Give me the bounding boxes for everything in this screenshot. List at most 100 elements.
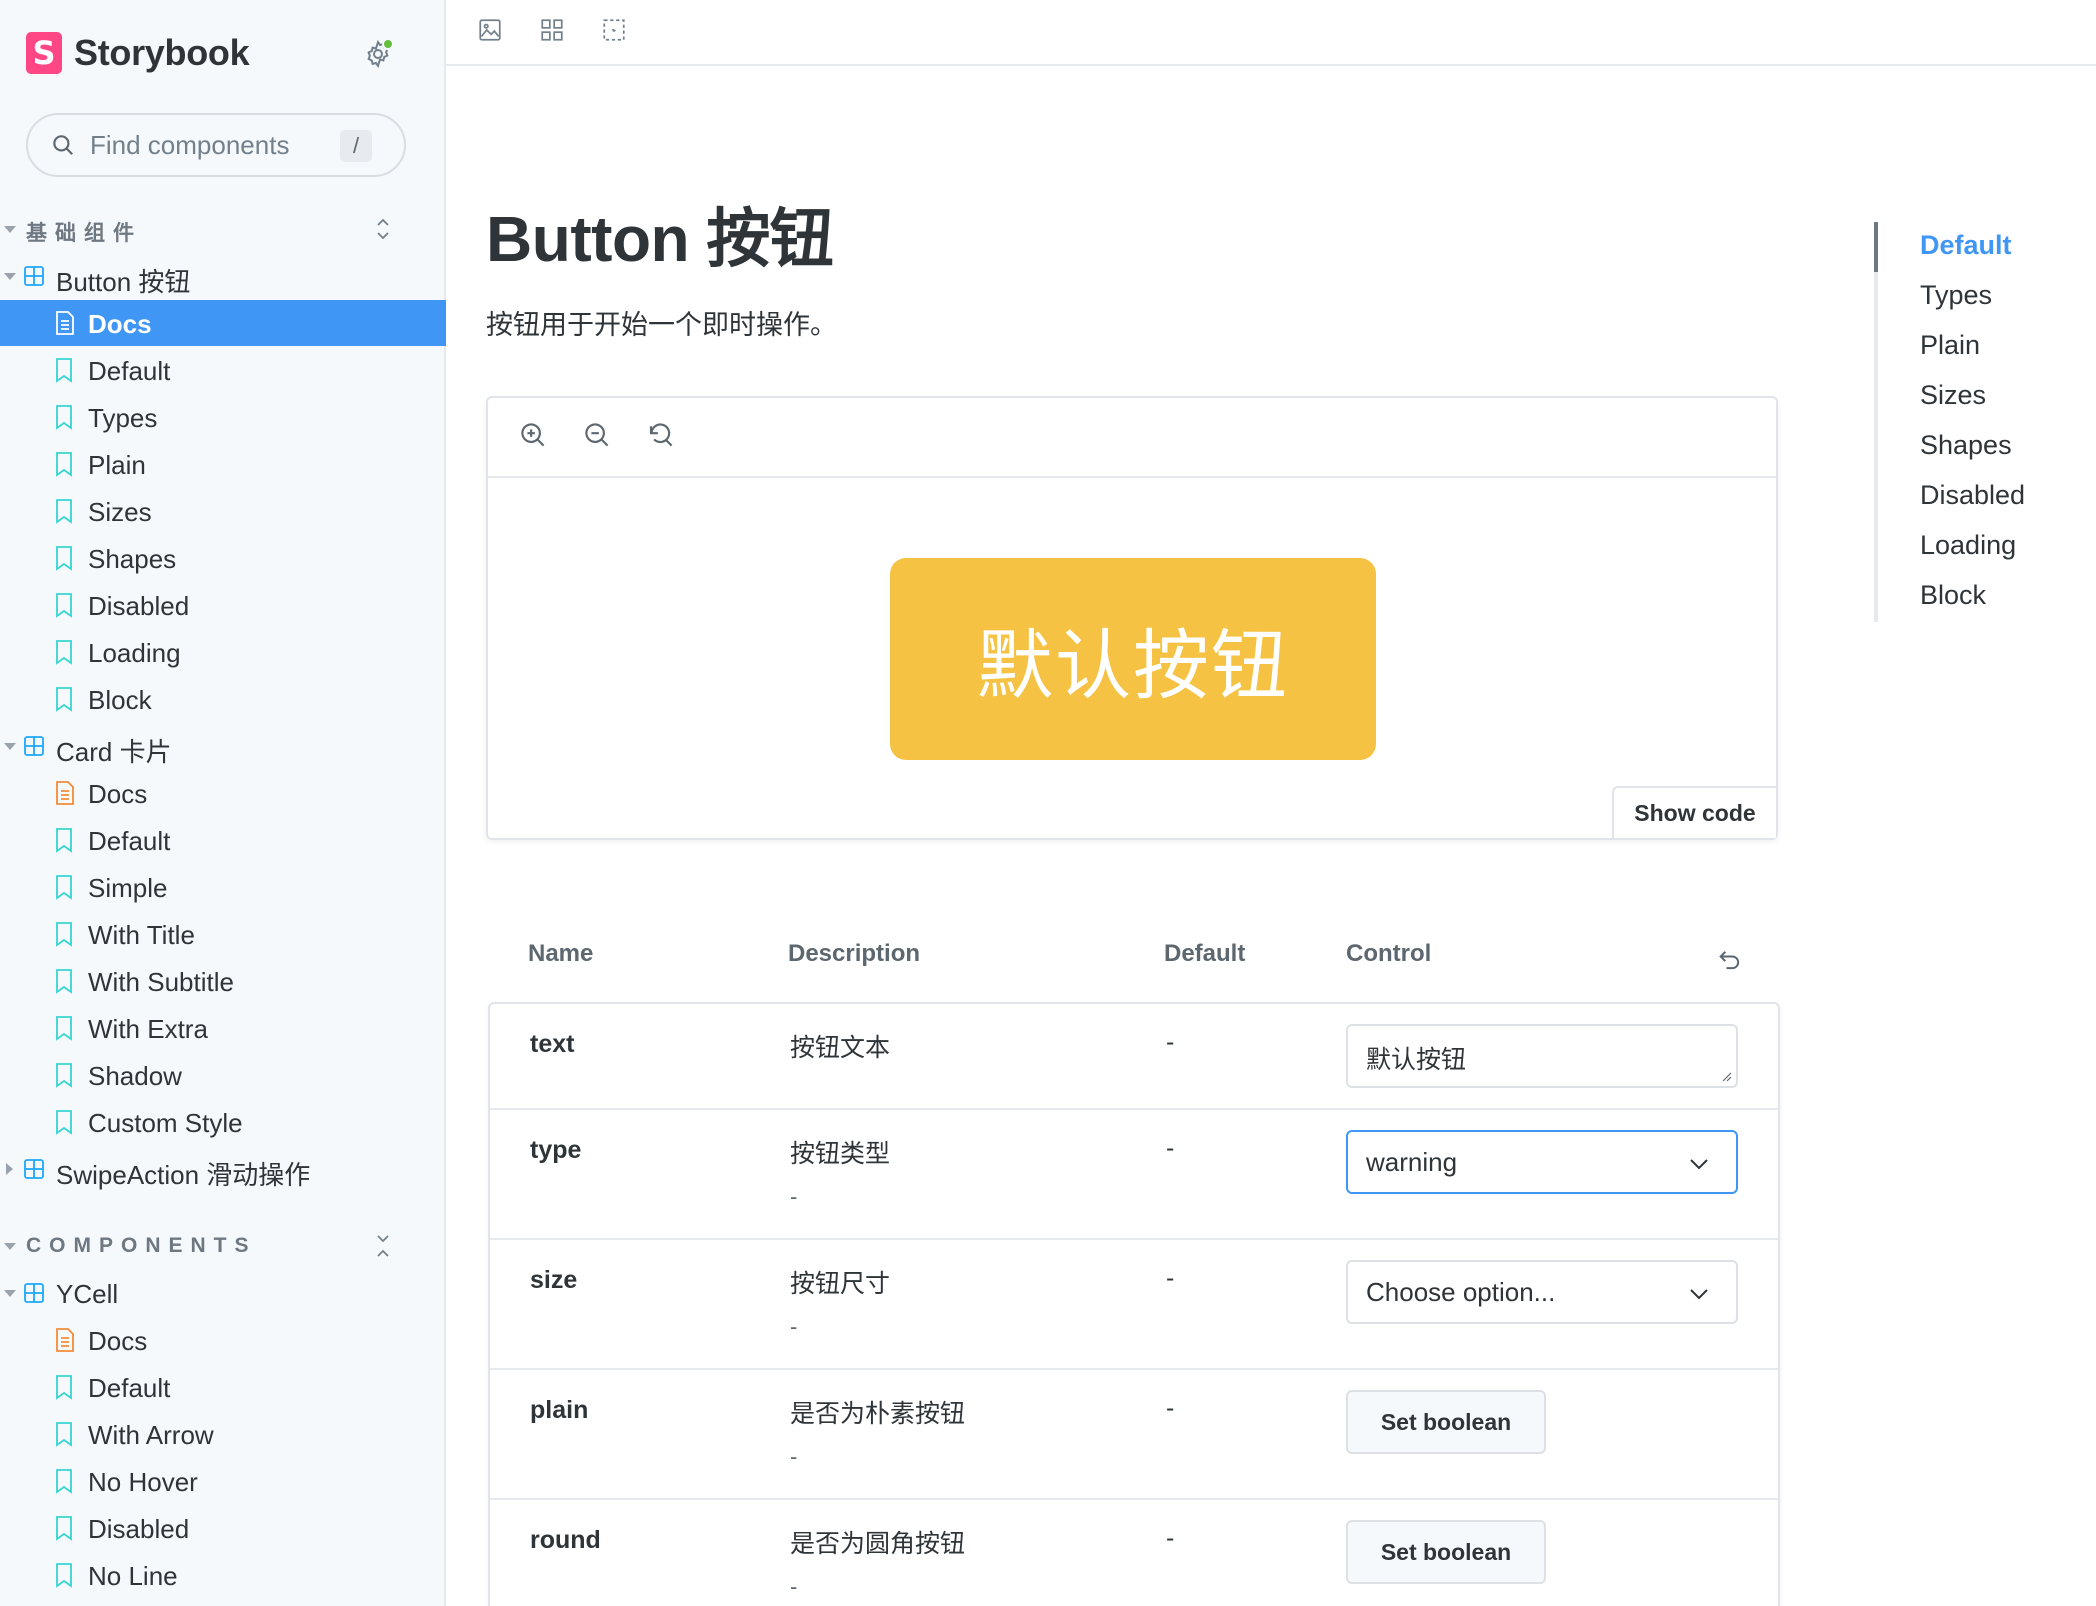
arg-default: - xyxy=(1166,1028,1175,1056)
sidebar-item-block[interactable]: Block xyxy=(0,676,446,722)
text-control-input[interactable]: 默认按钮 xyxy=(1346,1024,1738,1088)
sidebar-item-label: No Hover xyxy=(88,1467,198,1497)
arg-control: Choose option... xyxy=(1346,1260,1738,1324)
sidebar-item-docs[interactable]: Docs xyxy=(0,300,446,346)
sidebar-item-loading[interactable]: Loading xyxy=(0,629,446,675)
arg-description: 按钮文本 xyxy=(790,1034,891,1062)
bookmark-icon xyxy=(54,827,76,853)
collapse-all-icon[interactable] xyxy=(372,1233,398,1259)
sidebar-component-swipeaction[interactable]: SwipeAction 滑动操作 xyxy=(0,1146,446,1192)
header-description: Description xyxy=(788,940,921,967)
arg-name: plain xyxy=(530,1396,589,1424)
toc-item-default[interactable]: Default xyxy=(1920,230,2012,261)
arg-default: - xyxy=(1166,1134,1175,1162)
sidebar-item-custom-style[interactable]: Custom Style xyxy=(0,1099,446,1145)
document-icon xyxy=(54,310,76,336)
arg-control: Set boolean xyxy=(1346,1390,1546,1454)
zoom-in-icon xyxy=(521,423,545,447)
arg-type-summary: - xyxy=(790,1314,798,1339)
toc-item-plain[interactable]: Plain xyxy=(1920,330,1980,361)
toggle-grid-button[interactable] xyxy=(534,12,570,48)
resize-grip-icon[interactable] xyxy=(1720,1070,1732,1082)
sidebar-item-with-subtitle[interactable]: With Subtitle xyxy=(0,958,446,1004)
bookmark-icon xyxy=(54,1515,76,1541)
image-icon xyxy=(479,19,501,41)
arg-name: round xyxy=(530,1526,601,1554)
document-icon xyxy=(54,780,76,806)
args-row-type: type 按钮类型 - - warning xyxy=(490,1110,1778,1240)
sidebar-component-label: Card 卡片 xyxy=(56,737,172,767)
sidebar-item-label: Types xyxy=(88,403,158,433)
plain-set-boolean-button[interactable]: Set boolean xyxy=(1346,1390,1546,1454)
arg-description: 是否为朴素按钮 xyxy=(790,1400,966,1428)
arg-type-summary: - xyxy=(790,1574,798,1599)
sidebar-item-shapes[interactable]: Shapes xyxy=(0,535,446,581)
toggle-backgrounds-button[interactable] xyxy=(472,12,508,48)
demo-default-button[interactable]: 默认按钮 xyxy=(890,558,1376,760)
sidebar-item-disabled[interactable]: Disabled xyxy=(0,1505,446,1551)
sidebar-item-docs[interactable]: Docs xyxy=(0,770,446,816)
sidebar-item-with-extra[interactable]: With Extra xyxy=(0,1005,446,1051)
zoom-in-button[interactable] xyxy=(518,420,550,452)
toc-item-loading[interactable]: Loading xyxy=(1920,530,2016,561)
sidebar-item-with-arrow[interactable]: With Arrow xyxy=(0,1411,446,1457)
sidebar-item-with-title[interactable]: With Title xyxy=(0,911,446,957)
size-select[interactable]: Choose option... xyxy=(1346,1260,1738,1324)
sidebar-group-components[interactable]: COMPONENTS xyxy=(0,1223,446,1269)
sidebar-item-plain[interactable]: Plain xyxy=(0,441,446,487)
round-set-boolean-button[interactable]: Set boolean xyxy=(1346,1520,1546,1584)
toc-item-sizes[interactable]: Sizes xyxy=(1920,380,1986,411)
sidebar-item-types[interactable]: Types xyxy=(0,394,446,440)
search-input[interactable]: Find components / xyxy=(26,113,406,177)
sidebar-item-disabled[interactable]: Disabled xyxy=(0,582,446,628)
sidebar-item-docs[interactable]: Docs xyxy=(0,1317,446,1363)
sidebar-component-card[interactable]: Card 卡片 xyxy=(0,723,446,769)
bookmark-icon xyxy=(54,404,76,430)
component-icon xyxy=(22,1281,46,1305)
sidebar-item-no-hover[interactable]: No Hover xyxy=(0,1458,446,1504)
bookmark-icon xyxy=(54,921,76,947)
search-icon xyxy=(50,132,76,158)
storybook-brand[interactable]: S Storybook xyxy=(26,32,250,74)
toc-item-shapes[interactable]: Shapes xyxy=(1920,430,2012,461)
sidebar-item-label: Disabled xyxy=(88,591,190,621)
toc-item-block[interactable]: Block xyxy=(1920,580,1986,611)
reset-zoom-button[interactable] xyxy=(646,420,678,452)
sidebar-item-label: With Subtitle xyxy=(88,967,234,997)
sidebar-item-default[interactable]: Default xyxy=(0,1364,446,1410)
expand-all-icon[interactable] xyxy=(372,216,398,242)
toggle-outline-button[interactable] xyxy=(596,12,632,48)
toc-item-types[interactable]: Types xyxy=(1920,280,1992,311)
arg-control: warning xyxy=(1346,1130,1738,1194)
chevron-down-icon xyxy=(1688,1284,1710,1304)
arg-description: 按钮类型 xyxy=(790,1140,891,1168)
sidebar-item-label: With Title xyxy=(88,920,195,950)
undo-icon xyxy=(1719,951,1740,970)
sidebar-item-no-line[interactable]: No Line xyxy=(0,1552,446,1598)
arg-name: size xyxy=(530,1266,578,1294)
reset-controls-button[interactable] xyxy=(1716,946,1746,976)
sidebar-item-default[interactable]: Default xyxy=(0,817,446,863)
settings-button[interactable] xyxy=(358,34,398,74)
sidebar-item-simple[interactable]: Simple xyxy=(0,864,446,910)
chevron-down-icon xyxy=(1688,1154,1710,1174)
outline-icon xyxy=(603,19,625,41)
select-value: warning xyxy=(1366,1146,1458,1177)
type-select[interactable]: warning xyxy=(1346,1130,1738,1194)
sidebar-group-basic[interactable]: 基础组件 xyxy=(0,206,446,252)
sidebar-item-label: Docs xyxy=(88,309,152,339)
bookmark-icon xyxy=(54,357,76,383)
zoom-out-button[interactable] xyxy=(582,420,614,452)
chevron-down-icon xyxy=(4,226,16,233)
sidebar-component-ycell[interactable]: YCell xyxy=(0,1270,446,1316)
sidebar-item-sizes[interactable]: Sizes xyxy=(0,488,446,534)
sidebar-item-default[interactable]: Default xyxy=(0,347,446,393)
sidebar-item-label: Disabled xyxy=(88,1514,190,1544)
chevron-down-icon xyxy=(4,1290,16,1297)
toc-item-disabled[interactable]: Disabled xyxy=(1920,480,2025,511)
sidebar-item-shadow[interactable]: Shadow xyxy=(0,1052,446,1098)
sidebar-component-button[interactable]: Button 按钮 xyxy=(0,253,446,299)
component-icon xyxy=(22,264,46,288)
show-code-button[interactable]: Show code xyxy=(1612,786,1776,838)
arg-name: text xyxy=(530,1030,575,1058)
